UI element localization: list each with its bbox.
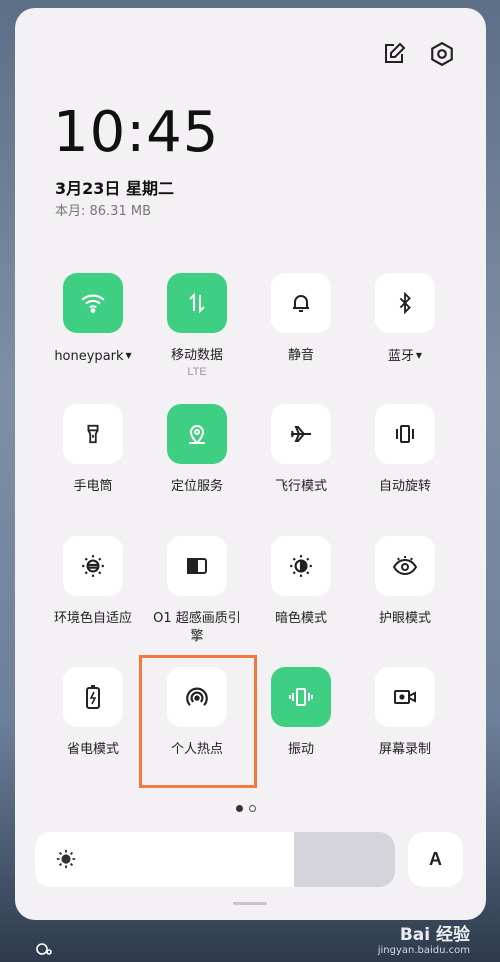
data-usage-text: 本月: 86.31 MB	[55, 204, 151, 219]
tile-bell[interactable]: 静音	[251, 273, 351, 365]
tile-label: 自动旋转	[378, 479, 431, 494]
tile-label: 蓝牙 ▼	[387, 349, 423, 364]
tile-flashlight[interactable]: 手电筒	[43, 404, 143, 496]
battery-icon	[83, 684, 103, 710]
page-dot	[249, 805, 256, 812]
screen-record-icon	[392, 686, 418, 708]
eye-icon	[391, 554, 419, 578]
tile-label: O1 超感画质引擎	[153, 611, 241, 644]
bluetooth-icon	[394, 292, 416, 314]
tile-label: 移动数据	[170, 348, 223, 363]
baidu-watermark: Bai 经验 jingyan.baidu.com	[377, 925, 470, 956]
hotspot-highlight-box	[139, 655, 257, 788]
tile-label: 振动	[287, 742, 314, 757]
drag-handle[interactable]	[233, 902, 267, 905]
tile-screen-record[interactable]: 屏幕录制	[355, 667, 455, 759]
toggle-button[interactable]	[375, 536, 435, 596]
font-size-button[interactable]: A	[408, 832, 463, 887]
toggle-button[interactable]	[271, 536, 331, 596]
tile-label: 暗色模式	[274, 611, 327, 626]
flashlight-icon	[82, 422, 104, 446]
tile-eye[interactable]: 护眼模式	[355, 536, 455, 628]
wifi-icon	[80, 290, 106, 316]
tile-bluetooth[interactable]: 蓝牙 ▼	[355, 273, 455, 366]
dropdown-caret-icon[interactable]: ▼	[126, 351, 132, 360]
toggle-button[interactable]	[375, 404, 435, 464]
tile-battery[interactable]: 省电模式	[43, 667, 143, 759]
tile-label: 定位服务	[170, 479, 223, 494]
brightness-track	[294, 832, 395, 887]
toggle-button[interactable]	[271, 273, 331, 333]
tile-rotate[interactable]: 自动旋转	[355, 404, 455, 496]
clock-time: 10:45	[53, 100, 220, 165]
tile-dark-mode[interactable]: 暗色模式	[251, 536, 351, 628]
brightness-slider[interactable]	[35, 832, 395, 887]
toggle-button[interactable]	[167, 404, 227, 464]
tile-vibrate[interactable]: 振动	[251, 667, 351, 759]
tile-label: 静音	[287, 348, 314, 363]
toggle-button[interactable]	[63, 667, 123, 727]
bell-icon	[289, 291, 313, 315]
tile-location[interactable]: 定位服务	[147, 404, 247, 496]
airplane-icon	[288, 422, 314, 446]
ambient-color-icon	[80, 553, 106, 579]
toggle-button[interactable]	[63, 536, 123, 596]
toggle-button[interactable]	[167, 273, 227, 333]
tile-wifi[interactable]: honeypark ▼	[43, 273, 143, 366]
toggle-button[interactable]	[375, 667, 435, 727]
assistant-icon[interactable]	[35, 942, 53, 956]
toggle-button[interactable]	[375, 273, 435, 333]
page-indicator	[236, 805, 256, 812]
date-text: 3月23日 星期二	[55, 179, 174, 198]
vibrate-icon	[288, 684, 314, 710]
tile-label: 环境色自适应	[53, 611, 132, 626]
dropdown-caret-icon[interactable]: ▼	[416, 351, 422, 360]
tile-display-engine[interactable]: O1 超感画质引擎	[147, 536, 247, 646]
tile-airplane[interactable]: 飞行模式	[251, 404, 351, 496]
rotate-icon	[392, 422, 418, 446]
sun-icon	[55, 848, 77, 875]
settings-icon[interactable]	[426, 38, 458, 70]
tile-sublabel: LTE	[187, 366, 207, 378]
toggle-button[interactable]	[167, 536, 227, 596]
tile-label: 屏幕录制	[378, 742, 431, 757]
toggle-button[interactable]	[63, 404, 123, 464]
tile-ambient-color[interactable]: 环境色自适应	[43, 536, 143, 628]
toggle-button[interactable]	[271, 667, 331, 727]
edit-icon[interactable]	[378, 38, 410, 70]
location-icon	[185, 422, 209, 446]
page-dot-active	[236, 805, 243, 812]
tile-label: 省电模式	[66, 742, 119, 757]
tile-label: honeypark ▼	[54, 349, 132, 364]
display-engine-icon	[185, 556, 209, 576]
tile-mobile-data[interactable]: 移动数据 LTE	[147, 273, 247, 378]
tile-label: 护眼模式	[378, 611, 431, 626]
dark-mode-icon	[288, 553, 314, 579]
toggle-button[interactable]	[63, 273, 123, 333]
mobile-data-icon	[185, 291, 209, 315]
toggle-button[interactable]	[271, 404, 331, 464]
tile-label: 飞行模式	[274, 479, 327, 494]
tile-label: 手电筒	[73, 479, 113, 494]
